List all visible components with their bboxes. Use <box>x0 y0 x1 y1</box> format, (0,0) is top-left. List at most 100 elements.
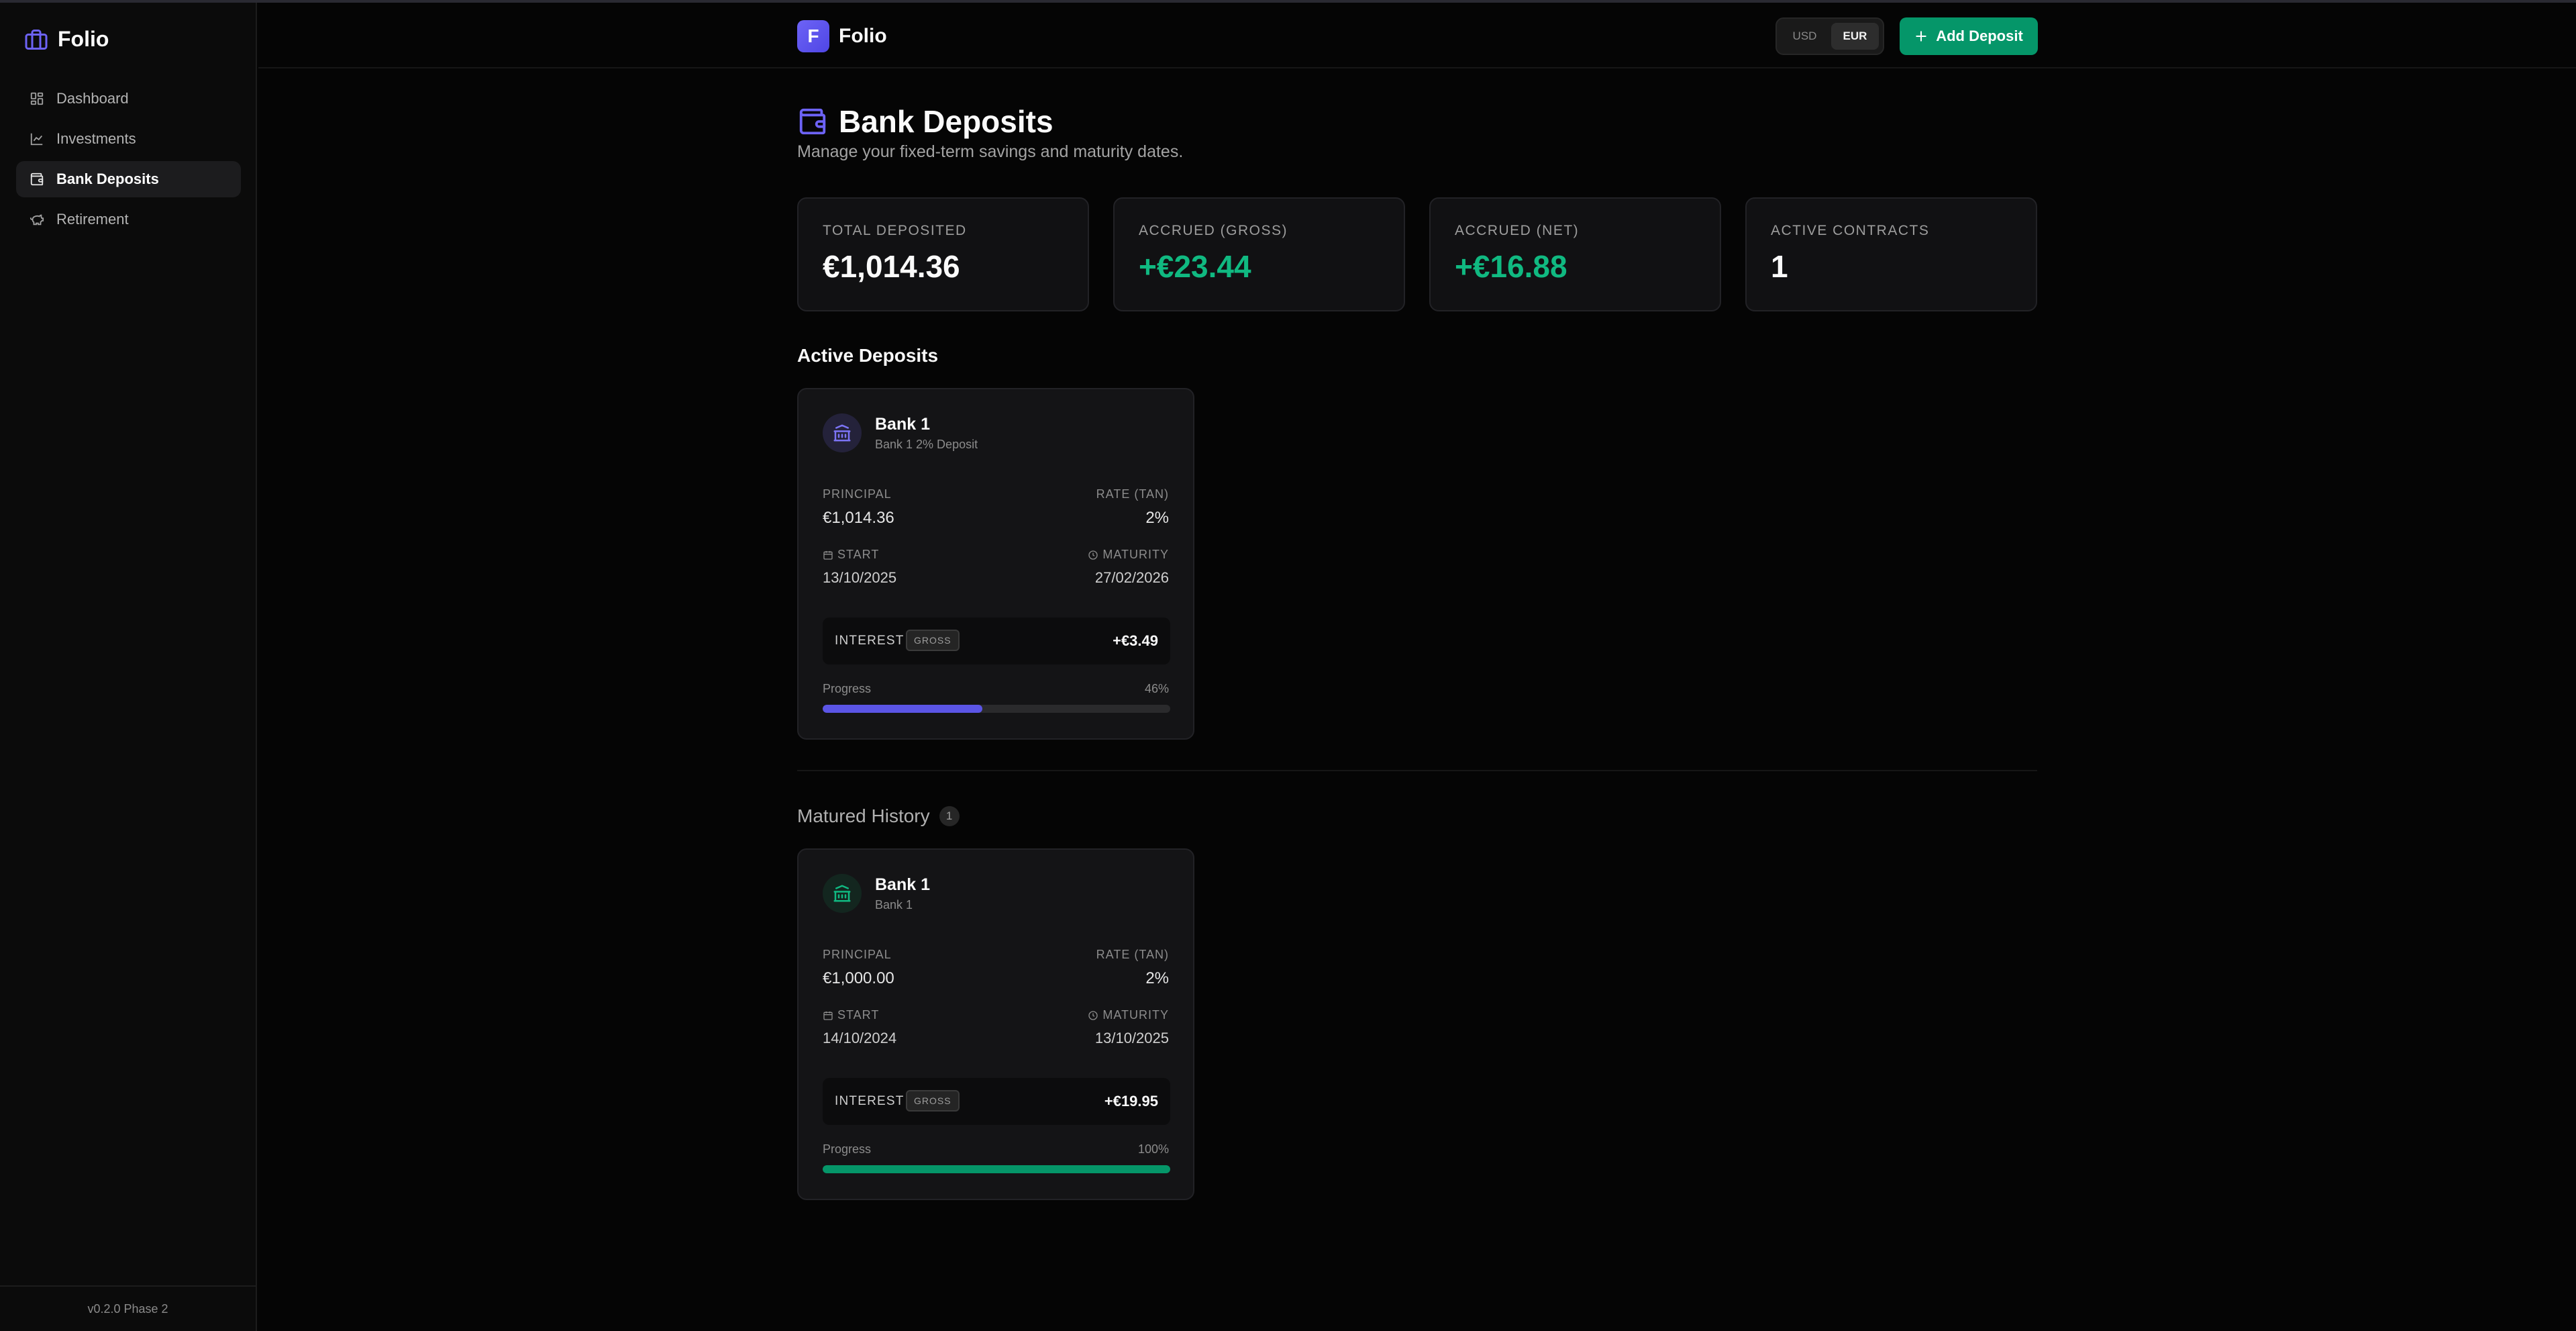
interest-box: INTEREST GROSS +€19.95 <box>823 1078 1170 1125</box>
sidebar: Folio Dashboard Investments Bank Deposit… <box>0 3 257 1331</box>
calendar-icon <box>823 1011 833 1020</box>
chart-line-icon <box>30 133 43 146</box>
deposit-card-matured[interactable]: Bank 1 Bank 1 PRINCIPAL RATE (TAN) €1,00… <box>797 848 1194 1200</box>
deposit-description: Bank 1 <box>875 898 913 911</box>
stat-value: €1,014.36 <box>823 249 960 284</box>
sidebar-item-investments[interactable]: Investments <box>16 121 241 157</box>
principal-value: €1,014.36 <box>823 509 894 527</box>
stat-label: ACCRUED (GROSS) <box>1139 223 1288 238</box>
page-header: Bank Deposits <box>797 103 1053 140</box>
interest-label: INTEREST <box>835 1094 905 1108</box>
add-deposit-button[interactable]: Add Deposit <box>1900 17 2038 55</box>
top-header: F Folio USD EUR Add Deposit <box>258 3 2576 68</box>
progress-fill <box>823 1165 1170 1173</box>
stat-label: ACTIVE CONTRACTS <box>1771 223 1930 238</box>
stat-accrued-net: ACCRUED (NET) +€16.88 <box>1429 197 1721 311</box>
sidebar-brand[interactable]: Folio <box>24 27 109 52</box>
matured-history-title: Matured History <box>797 805 930 826</box>
sidebar-brand-name: Folio <box>58 27 109 51</box>
folio-logo: F <box>797 20 829 52</box>
currency-eur-button[interactable]: EUR <box>1831 23 1879 50</box>
sidebar-item-label: Investments <box>56 130 136 147</box>
header-brand-name: Folio <box>839 25 887 47</box>
start-date: 14/10/2024 <box>823 1030 897 1046</box>
bank-icon <box>833 885 851 902</box>
gross-badge: GROSS <box>906 1090 960 1112</box>
sidebar-item-dashboard[interactable]: Dashboard <box>16 81 241 117</box>
progress-percent: 100% <box>1137 1142 1169 1156</box>
stat-total-deposited: TOTAL DEPOSITED €1,014.36 <box>797 197 1089 311</box>
bank-name: Bank 1 <box>875 875 930 894</box>
maturity-label: MATURITY <box>1088 548 1169 562</box>
progress-bar <box>823 1165 1170 1173</box>
maturity-date: 13/10/2025 <box>1094 1030 1169 1046</box>
interest-label: INTEREST <box>835 634 905 648</box>
interest-box: INTEREST GROSS +€3.49 <box>823 618 1170 664</box>
sidebar-item-bank-deposits[interactable]: Bank Deposits <box>16 161 241 197</box>
principal-label: PRINCIPAL <box>823 948 892 961</box>
history-count-badge: 1 <box>939 806 960 826</box>
stat-active-contracts: ACTIVE CONTRACTS 1 <box>1745 197 2037 311</box>
start-label-text: START <box>837 1008 880 1022</box>
page-subtitle: Manage your fixed-term savings and matur… <box>797 142 1184 161</box>
currency-usd-button[interactable]: USD <box>1781 23 1828 50</box>
progress-label: Progress <box>823 682 872 695</box>
bank-avatar <box>823 874 862 913</box>
rate-label: RATE (TAN) <box>1096 487 1169 501</box>
interest-value: +€19.95 <box>1104 1093 1158 1110</box>
start-date: 13/10/2025 <box>823 569 897 586</box>
page-title: Bank Deposits <box>839 104 1053 139</box>
wallet-icon <box>799 108 826 135</box>
start-label: START <box>823 548 879 562</box>
section-divider <box>797 770 2037 771</box>
matured-history-header: Matured History 1 <box>797 805 960 827</box>
stat-label: TOTAL DEPOSITED <box>823 223 967 238</box>
version-label: v0.2.0 Phase 2 <box>0 1285 256 1331</box>
briefcase-icon <box>25 29 48 50</box>
stat-label: ACCRUED (NET) <box>1455 223 1580 238</box>
principal-label: PRINCIPAL <box>823 487 892 501</box>
progress-fill <box>823 705 983 713</box>
interest-value: +€3.49 <box>1113 632 1158 649</box>
gross-badge: GROSS <box>906 630 960 651</box>
maturity-date: 27/02/2026 <box>1094 569 1169 586</box>
calendar-icon <box>823 550 833 560</box>
sidebar-item-retirement[interactable]: Retirement <box>16 201 241 238</box>
piggy-bank-icon <box>30 214 44 226</box>
start-label: START <box>823 1008 879 1022</box>
principal-value: €1,000.00 <box>823 969 894 987</box>
plus-icon <box>1916 31 1926 42</box>
rate-label: RATE (TAN) <box>1096 948 1169 961</box>
maturity-label-text: MATURITY <box>1102 548 1169 561</box>
sidebar-item-label: Retirement <box>56 211 129 228</box>
maturity-label-text: MATURITY <box>1102 1008 1169 1022</box>
progress-bar <box>823 705 1170 713</box>
sidebar-item-label: Bank Deposits <box>56 170 159 187</box>
active-deposits-title: Active Deposits <box>797 345 939 366</box>
stat-value: 1 <box>1771 249 1788 284</box>
rate-value: 2% <box>1145 509 1169 527</box>
stat-value: +€16.88 <box>1455 249 1567 284</box>
stats-row: TOTAL DEPOSITED €1,014.36 ACCRUED (GROSS… <box>797 197 2037 311</box>
clock-icon <box>1088 550 1098 560</box>
header-brand[interactable]: F Folio <box>797 20 887 52</box>
bank-avatar <box>823 413 862 452</box>
dashboard-icon <box>30 92 44 105</box>
add-deposit-label: Add Deposit <box>1936 28 2023 44</box>
progress-label: Progress <box>823 1142 872 1156</box>
stat-value: +€23.44 <box>1139 249 1251 284</box>
progress-percent: 46% <box>1144 682 1169 695</box>
bank-name: Bank 1 <box>875 415 930 434</box>
clock-icon <box>1088 1010 1098 1020</box>
start-label-text: START <box>837 548 880 561</box>
deposit-description: Bank 1 2% Deposit <box>875 438 978 451</box>
sidebar-nav: Dashboard Investments Bank Deposits Reti… <box>16 81 241 242</box>
stat-accrued-gross: ACCRUED (GROSS) +€23.44 <box>1113 197 1405 311</box>
wallet-icon <box>30 172 44 186</box>
maturity-label: MATURITY <box>1088 1008 1169 1022</box>
sidebar-item-label: Dashboard <box>56 90 129 107</box>
deposit-card-active[interactable]: Bank 1 Bank 1 2% Deposit PRINCIPAL RATE … <box>797 388 1194 740</box>
rate-value: 2% <box>1145 969 1169 987</box>
currency-toggle: USD EUR <box>1775 17 1884 55</box>
bank-icon <box>833 424 851 442</box>
